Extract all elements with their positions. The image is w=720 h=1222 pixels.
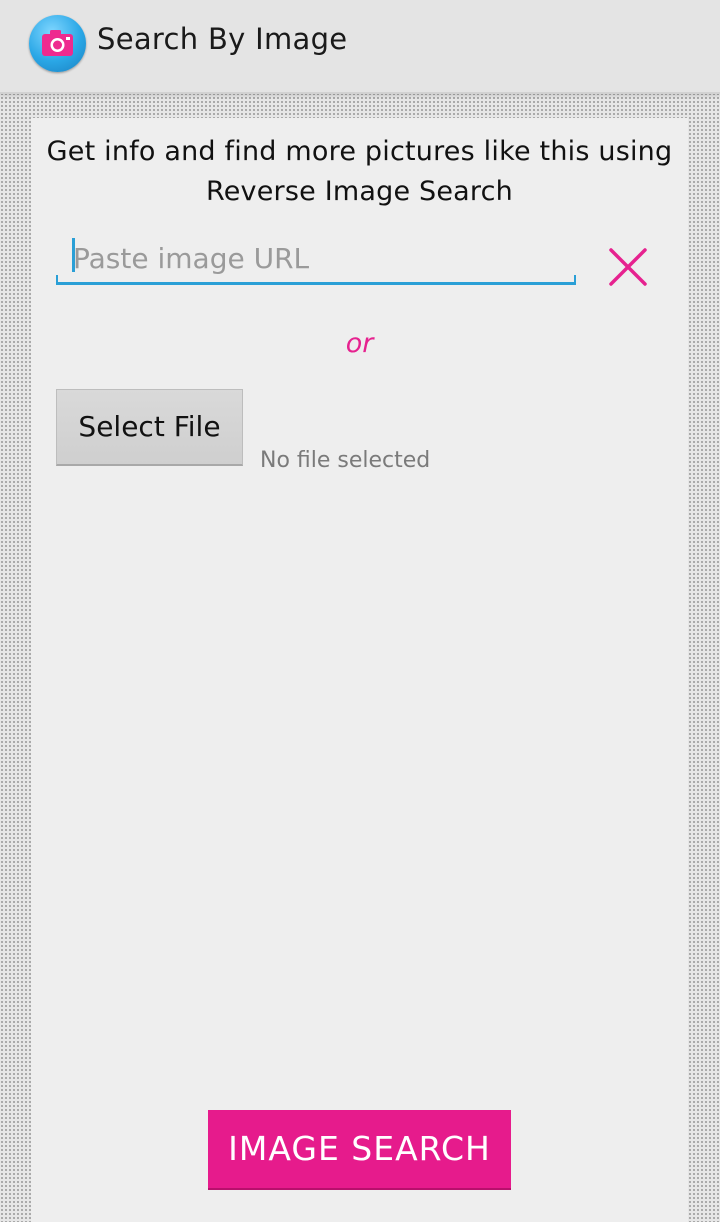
clear-url-button[interactable]: [607, 246, 649, 288]
image-search-button[interactable]: IMAGE SEARCH: [208, 1110, 511, 1190]
intro-text: Get info and find more pictures like thi…: [46, 136, 673, 207]
camera-icon[interactable]: [29, 15, 86, 72]
image-url-input[interactable]: [56, 234, 576, 282]
search-card: Get info and find more pictures like thi…: [31, 118, 688, 1222]
app-title: Search By Image: [97, 22, 348, 56]
action-bar: Search By Image: [0, 0, 720, 94]
close-icon: [609, 248, 647, 286]
select-file-button[interactable]: Select File: [56, 389, 243, 466]
file-status: No file selected: [260, 448, 431, 473]
text-cursor: [72, 238, 75, 272]
or-divider: or: [345, 328, 374, 359]
url-field[interactable]: [56, 234, 576, 285]
